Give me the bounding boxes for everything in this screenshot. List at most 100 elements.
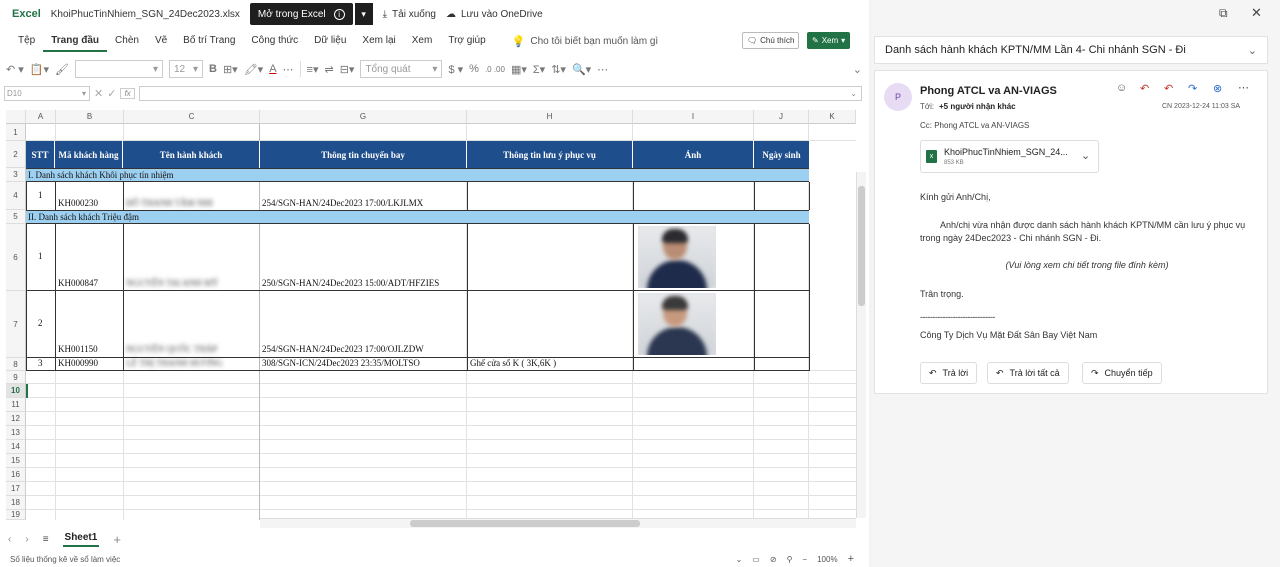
vertical-scrollbar[interactable] — [856, 172, 866, 518]
row-header[interactable]: 6 — [6, 224, 26, 291]
sheet-tab[interactable]: Sheet1 — [62, 532, 100, 547]
name-box[interactable]: D10 ▾ — [4, 85, 90, 101]
function-icon[interactable]: fx — [120, 87, 135, 99]
view-normal-icon[interactable]: ▭ — [752, 555, 760, 564]
table-format-icon[interactable]: ▦▾ — [511, 63, 527, 76]
cell-passenger-name[interactable]: ĐỖ THANH TÂM NHI — [124, 198, 213, 208]
fill-color-icon[interactable]: 🖍▾ — [244, 63, 264, 76]
add-sheet-icon[interactable]: + — [113, 532, 121, 547]
row-header[interactable]: 7 — [6, 291, 26, 358]
cell-stt[interactable]: 3 — [36, 358, 43, 368]
col-header[interactable]: G — [260, 110, 467, 124]
tab-home[interactable]: Trang đầu — [43, 30, 108, 52]
zoom-level[interactable]: 100% — [817, 555, 837, 564]
cell-customer-code[interactable]: KH001150 — [56, 344, 98, 354]
cell-customer-code[interactable]: KH000230 — [56, 198, 98, 208]
reply-icon[interactable]: ↶ — [1140, 82, 1149, 95]
chevron-down-icon[interactable]: ⌄ — [736, 555, 743, 564]
bold-icon[interactable]: B — [209, 63, 217, 75]
prev-sheet-icon[interactable]: ‹ — [8, 534, 11, 545]
tab-formulas[interactable]: Công thức — [243, 30, 306, 52]
forward-icon[interactable]: ↷ — [1188, 82, 1197, 95]
cell-flight-info[interactable]: 308/SGN-ICN/24Dec2023 23:35/MOLTSO — [260, 358, 420, 368]
apps-icon[interactable]: ⊗ — [1213, 82, 1222, 95]
col-header[interactable]: A — [26, 110, 56, 124]
reply-all-icon[interactable]: ↶ — [1164, 82, 1173, 95]
accessibility-icon[interactable]: ⚲ — [787, 555, 793, 564]
merge-icon[interactable]: ⊟▾ — [340, 63, 355, 76]
tab-data[interactable]: Dữ liệu — [306, 30, 354, 52]
emoji-icon[interactable]: ☺ — [1116, 82, 1127, 94]
view-mode-button[interactable]: ✎ Xem ▾ — [807, 32, 851, 49]
cell-stt[interactable]: 2 — [36, 318, 43, 328]
email-subject-bar[interactable]: Danh sách hành khách KPTN/MM Lần 4- Chi … — [874, 36, 1268, 64]
autosum-icon[interactable]: Σ▾ — [533, 63, 545, 76]
borders-icon[interactable]: ⊞▾ — [223, 63, 238, 76]
reply-button[interactable]: ↶ Trả lời — [920, 362, 978, 384]
feedback-icon[interactable]: ⊘ — [770, 555, 777, 564]
tab-view[interactable]: Xem — [404, 30, 441, 52]
cell-stt[interactable]: 1 — [36, 190, 43, 200]
all-sheets-icon[interactable]: ≡ — [43, 534, 49, 545]
cancel-icon[interactable]: ✕ — [94, 87, 103, 100]
tab-help[interactable]: Trợ giúp — [440, 30, 493, 52]
col-header[interactable]: C — [124, 110, 260, 124]
select-all-corner[interactable] — [6, 110, 26, 124]
paste-icon[interactable]: 📋▾ — [30, 63, 49, 76]
col-header[interactable]: I — [633, 110, 754, 124]
chevron-down-icon[interactable]: ⌄ — [1081, 149, 1090, 162]
popout-icon[interactable]: ⧉ — [1219, 6, 1228, 21]
passenger-photo[interactable] — [638, 226, 716, 288]
row-header[interactable]: 5 — [6, 210, 26, 224]
row-header[interactable]: 11 — [6, 398, 26, 412]
chevron-down-icon[interactable]: ⌄ — [1248, 44, 1257, 57]
status-text[interactable]: Số liệu thống kê về sổ làm việc — [10, 555, 120, 564]
download-button[interactable]: ⤓ Tải xuống — [383, 9, 436, 20]
tab-insert[interactable]: Chèn — [107, 30, 147, 52]
close-icon[interactable]: ✕ — [1251, 5, 1262, 21]
row-header[interactable]: 8 — [6, 358, 26, 371]
forward-button[interactable]: ↷ Chuyển tiếp — [1082, 362, 1162, 384]
number-format-select[interactable]: Tổng quát ▾ — [360, 60, 443, 78]
cell-flight-info[interactable]: 254/SGN-HAN/24Dec2023 17:00/LKJLMX — [260, 198, 423, 208]
next-sheet-icon[interactable]: › — [25, 534, 28, 545]
cell-stt[interactable]: 1 — [36, 251, 43, 261]
formula-input[interactable]: ⌄ — [138, 85, 862, 101]
cell-passenger-name[interactable]: LÊ THỊ THANH HƯƠNG — [124, 358, 223, 368]
recipients-link[interactable]: +5 người nhận khác — [939, 102, 1016, 111]
col-header[interactable]: K — [809, 110, 856, 124]
scroll-thumb[interactable] — [858, 186, 865, 306]
font-color-icon[interactable]: A — [269, 63, 276, 75]
sender-name[interactable]: Phong ATCL va AN-VIAGS — [920, 85, 1057, 97]
tab-review[interactable]: Xem lại — [354, 30, 403, 52]
spreadsheet-grid[interactable]: A B C G H I J K 1 2 3 4 5 6 7 8 9 10 11 … — [6, 110, 856, 520]
row-header[interactable]: 12 — [6, 412, 26, 426]
decimal-icon[interactable]: .0 .00 — [485, 65, 505, 74]
cell-flight-info[interactable]: 250/SGN-HAN/24Dec2023 15:00/ADT/HFZIES — [260, 278, 439, 288]
row-header[interactable]: 14 — [6, 440, 26, 454]
align-icon[interactable]: ≡▾ — [307, 63, 319, 76]
row-header[interactable]: 2 — [6, 141, 26, 168]
scroll-thumb[interactable] — [410, 520, 640, 527]
format-painter-icon[interactable]: 🖌 — [55, 63, 69, 76]
col-header[interactable]: H — [467, 110, 633, 124]
confirm-icon[interactable]: ✓ — [107, 87, 116, 100]
comment-button[interactable]: 🗨 Chú thích — [742, 32, 800, 49]
cell-passenger-name[interactable]: NGUYỄN TAI ANH MỸ — [124, 278, 218, 288]
tab-draw[interactable]: Vẽ — [147, 30, 175, 52]
open-in-excel-button[interactable]: Mở trong Excel i — [249, 3, 353, 25]
attachment-card[interactable]: x KhoiPhucTinNhiem_SGN_24... 853 KB ⌄ — [920, 140, 1099, 173]
more-actions-icon[interactable]: ⋯ — [1238, 81, 1249, 94]
cell-passenger-name[interactable]: NGUYỄN QUỐC THÁP — [124, 344, 217, 354]
row-header[interactable]: 1 — [6, 124, 26, 141]
col-header[interactable]: J — [754, 110, 809, 124]
zoom-in-icon[interactable]: + — [848, 553, 854, 565]
passenger-photo[interactable] — [638, 293, 716, 355]
row-header[interactable]: 3 — [6, 168, 26, 182]
row-header[interactable]: 18 — [6, 496, 26, 510]
expand-ribbon-icon[interactable]: ⌄ — [853, 63, 862, 76]
font-name-select[interactable]: ▾ — [74, 60, 163, 78]
undo-icon[interactable]: ↶ ▾ — [6, 63, 24, 76]
cell-customer-code[interactable]: KH000990 — [56, 358, 98, 368]
cell-service-note[interactable]: Ghế cửa sổ K ( 3K,6K ) — [468, 358, 556, 368]
